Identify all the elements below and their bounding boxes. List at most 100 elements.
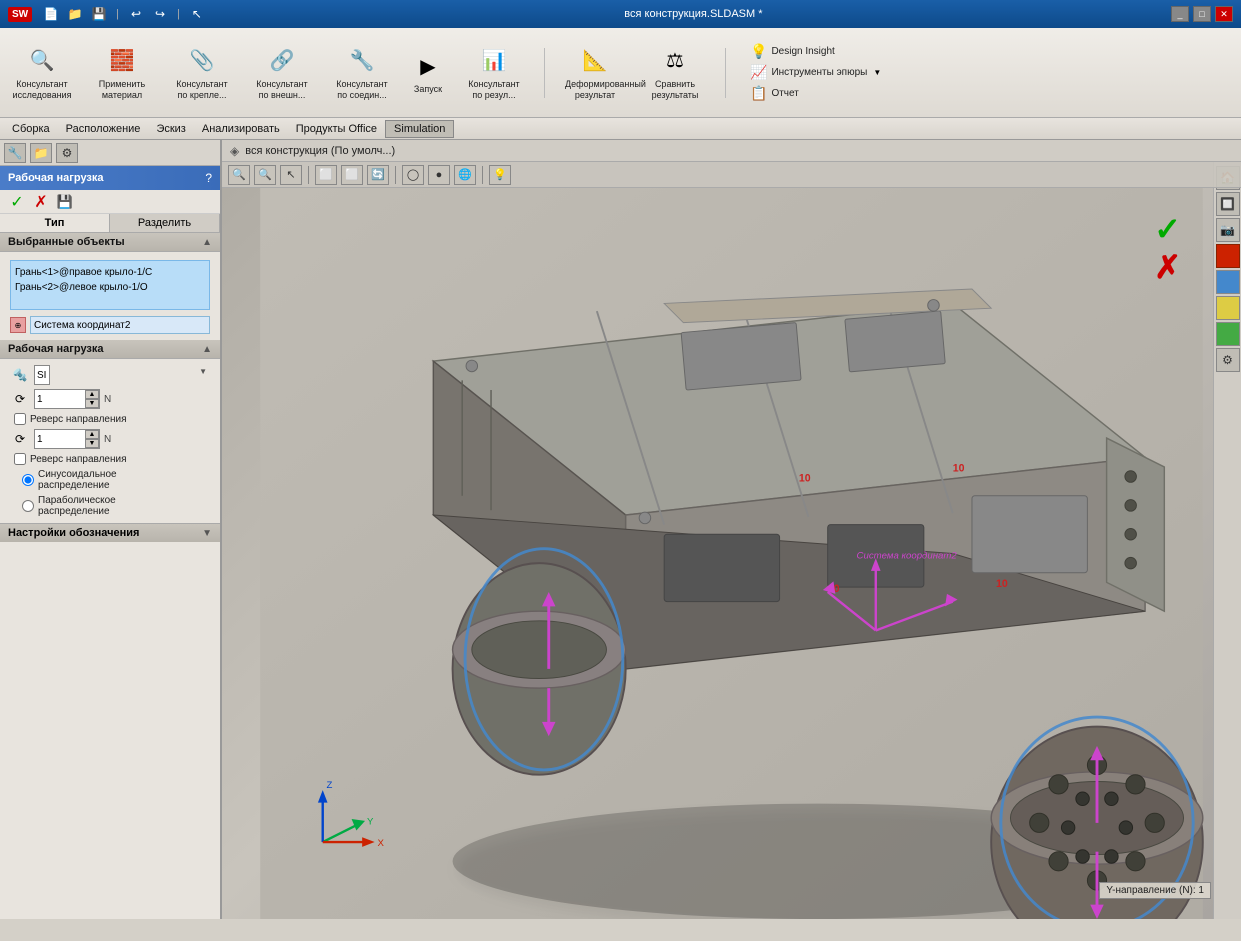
coord-row: ⊕ — [6, 314, 214, 336]
rs-color4-btn[interactable] — [1216, 322, 1240, 346]
tools-epura-btn[interactable]: 📈 Инструменты эпюры ▼ — [746, 63, 885, 82]
radio-parabolic[interactable] — [22, 500, 34, 512]
save-btn[interactable]: 💾 — [88, 4, 110, 24]
toolbar-deform-btn[interactable]: 📐 Деформированный результат — [561, 43, 629, 103]
value1-down[interactable]: ▼ — [85, 399, 99, 408]
menu-analyze[interactable]: Анализировать — [194, 121, 288, 137]
tools-epura-icon: 📈 — [750, 64, 767, 81]
value1-up[interactable]: ▲ — [85, 390, 99, 399]
viewport-header: ◈ вся конструкция (По умолч...) — [222, 140, 1241, 162]
vp-display3[interactable]: 🌐 — [454, 165, 476, 185]
vp-select[interactable]: ↖ — [280, 165, 302, 185]
menu-layout[interactable]: Расположение — [58, 121, 149, 137]
vp-display1[interactable]: ◯ — [402, 165, 424, 185]
titlebar: SW 📄 📁 💾 | ↩ ↪ | ↖ вся конструкция.SLDAS… — [0, 0, 1241, 28]
svg-text:Y: Y — [367, 817, 374, 828]
panel-btn-3[interactable]: ⚙ — [56, 143, 78, 163]
viewport: ◈ вся конструкция (По умолч...) 🔍 🔍 ↖ ⬜ … — [222, 140, 1241, 919]
toolbar-fix-btn[interactable]: 📎 Консультант по крепле... — [168, 43, 236, 103]
reverse2-checkbox[interactable] — [14, 453, 26, 465]
viewport-cube-icon: ◈ — [230, 144, 239, 158]
value2-up[interactable]: ▲ — [85, 430, 99, 439]
fix-label: Консультант по крепле... — [172, 79, 232, 101]
deform-label: Деформированный результат — [565, 79, 625, 101]
confirm-btn[interactable]: ✓ — [8, 193, 26, 211]
tab-split[interactable]: Разделить — [110, 214, 220, 232]
notation-title: Настройки обозначения — [8, 527, 139, 539]
rs-color2-btn[interactable] — [1216, 270, 1240, 294]
report-icon: 📋 — [750, 85, 767, 102]
toolbar-ext-btn[interactable]: 🔗 Консультант по внешн... — [248, 43, 316, 103]
vp-zoom-out[interactable]: 🔍 — [254, 165, 276, 185]
notation-section-header[interactable]: Настройки обозначения ▼ — [0, 523, 220, 542]
vp-zoom-in[interactable]: 🔍 — [228, 165, 250, 185]
selected-objects-header[interactable]: Выбранные объекты ▲ — [0, 233, 220, 252]
coord-input[interactable] — [30, 316, 210, 334]
svg-text:X: X — [378, 838, 385, 849]
menu-simulation[interactable]: Simulation — [385, 120, 454, 138]
canvas-area[interactable]: 10 10 10 10 Система координат2 — [222, 188, 1241, 919]
compare-icon: ⚖ — [659, 45, 691, 77]
toolbar-material-btn[interactable]: 🧱 Применить материал — [88, 43, 156, 103]
cancel-btn[interactable]: ✗ — [32, 193, 50, 211]
panel-btn-2[interactable]: 📁 — [30, 143, 52, 163]
new-btn[interactable]: 📄 — [40, 4, 62, 24]
reverse1-checkbox[interactable] — [14, 413, 26, 425]
maximize-btn[interactable]: □ — [1193, 6, 1211, 22]
close-btn[interactable]: ✕ — [1215, 6, 1233, 22]
redo-btn[interactable]: ↪ — [149, 4, 171, 24]
minimize-btn[interactable]: _ — [1171, 6, 1189, 22]
radio-sinusoidal[interactable] — [22, 474, 34, 486]
undo-btn[interactable]: ↩ — [125, 4, 147, 24]
working-load-header[interactable]: Рабочая нагрузка ▲ — [0, 340, 220, 359]
toolbar-right-group: 💡 Design Insight 📈 Инструменты эпюры ▼ 📋… — [742, 40, 889, 105]
ext-label: Консультант по внешн... — [252, 79, 312, 101]
viewport-title: вся конструкция (По умолч...) — [245, 145, 395, 157]
unit-dropdown[interactable]: SI — [34, 365, 50, 385]
svg-text:10: 10 — [953, 463, 965, 475]
force1-icon: ⟳ — [10, 389, 30, 409]
vp-display2[interactable]: ● — [428, 165, 450, 185]
value1-input[interactable] — [35, 390, 85, 408]
value2-input[interactable] — [35, 430, 85, 448]
sw-logo: SW — [8, 7, 32, 22]
vp-view1[interactable]: ⬜ — [315, 165, 337, 185]
window-controls: _ □ ✕ — [1171, 6, 1233, 22]
toolbar-divider — [544, 48, 545, 98]
rs-config-btn[interactable]: ⚙ — [1216, 348, 1240, 372]
toolbar-launch-btn[interactable]: ▶ Запуск — [408, 48, 448, 97]
report-btn[interactable]: 📋 Отчет — [746, 84, 885, 103]
cursor-btn[interactable]: ↖ — [186, 4, 208, 24]
save-panel-btn[interactable]: 💾 — [56, 193, 74, 211]
panel-btn-1[interactable]: 🔧 — [4, 143, 26, 163]
open-btn[interactable]: 📁 — [64, 4, 86, 24]
panel-help-btn[interactable]: ? — [205, 171, 212, 185]
menu-products[interactable]: Продукты Office — [288, 121, 385, 137]
rs-color1-btn[interactable] — [1216, 244, 1240, 268]
con-icon: 🔧 — [346, 45, 378, 77]
design-insight-btn[interactable]: 💡 Design Insight — [746, 42, 885, 61]
rs-zoom-btn[interactable]: 🔲 — [1216, 192, 1240, 216]
compare-label: Сравнить результаты — [645, 79, 705, 101]
radio-par-row: Параболическоераспределение — [6, 493, 214, 519]
value1-stepper: ▲ ▼ — [85, 390, 99, 408]
rs-view1-btn[interactable]: 📷 — [1216, 218, 1240, 242]
vp-view2[interactable]: ⬜ — [341, 165, 363, 185]
svg-text:Z: Z — [327, 780, 333, 791]
vp-rotate[interactable]: 🔄 — [367, 165, 389, 185]
toolbar-con-btn[interactable]: 🔧 Консультант по соедин... — [328, 43, 396, 103]
panel-actions: ✓ ✗ 💾 — [0, 190, 220, 214]
toolbar-compare-btn[interactable]: ⚖ Сравнить результаты — [641, 43, 709, 103]
rs-color3-btn[interactable] — [1216, 296, 1240, 320]
window-title: вся конструкция.SLDASM * — [216, 8, 1171, 20]
value2-down[interactable]: ▼ — [85, 439, 99, 448]
menu-sketch[interactable]: Эскиз — [148, 121, 193, 137]
menu-assembly[interactable]: Сборка — [4, 121, 58, 137]
vp-light[interactable]: 💡 — [489, 165, 511, 185]
material-icon: 🧱 — [106, 45, 138, 77]
toolbar-consulting-btn[interactable]: 🔍 Консультант исследования — [8, 43, 76, 103]
epura-arrow-icon: ▼ — [873, 68, 881, 77]
radio-par-label: Параболическоераспределение — [38, 495, 116, 517]
tab-type[interactable]: Тип — [0, 214, 110, 232]
toolbar-result-btn[interactable]: 📊 Консультант по резул... — [460, 43, 528, 103]
